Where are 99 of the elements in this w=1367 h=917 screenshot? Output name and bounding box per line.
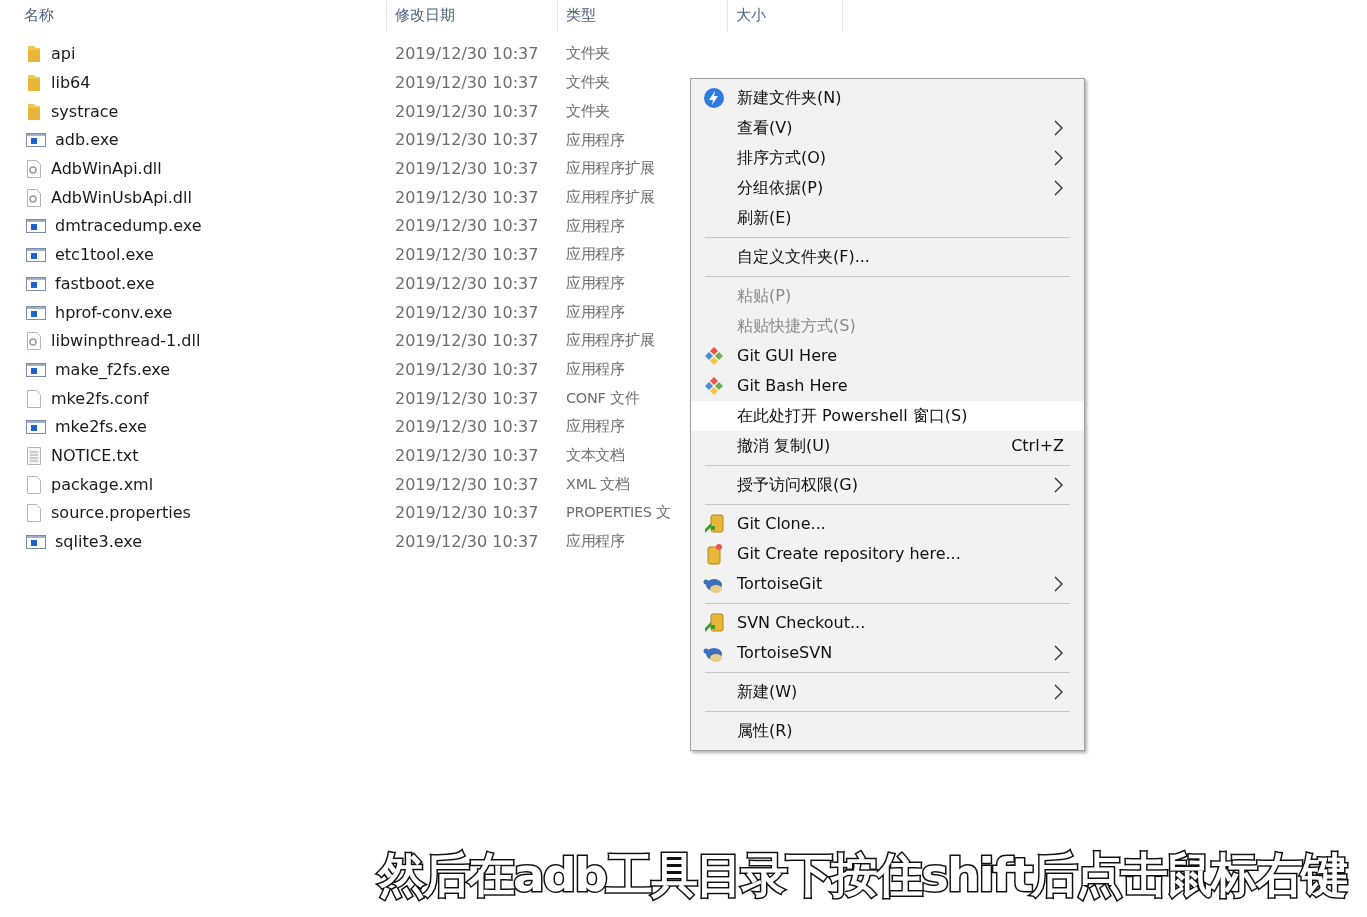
folder-icon	[26, 74, 42, 93]
folder-icon	[26, 45, 42, 64]
application-icon	[26, 133, 46, 148]
modified-date: 2019/12/30 10:37	[394, 215, 540, 238]
menu-item[interactable]: Git GUI Here	[691, 341, 1084, 371]
menu-item[interactable]: 属性(R)	[691, 716, 1084, 746]
file-name[interactable]: fastboot.exe	[55, 271, 155, 296]
file-type: 应用程序	[565, 360, 625, 380]
file-type: 应用程序	[565, 273, 625, 293]
modified-date: 2019/12/30 10:37	[394, 72, 540, 95]
file-name[interactable]: api	[51, 42, 76, 67]
file-type: 文本文档	[565, 446, 625, 466]
blank-file-icon	[26, 504, 42, 523]
column-header[interactable]: 名称	[0, 0, 387, 32]
menu-item[interactable]: TortoiseSVN	[691, 638, 1084, 668]
application-icon	[26, 535, 46, 550]
blank-file-icon	[26, 475, 42, 494]
modified-date: 2019/12/30 10:37	[394, 43, 540, 66]
file-name[interactable]: systrace	[51, 99, 119, 124]
application-icon	[26, 276, 46, 291]
file-type: 应用程序扩展	[565, 331, 655, 351]
file-type: PROPERTIES 文	[565, 503, 671, 523]
blank-file-icon	[26, 389, 42, 408]
file-name[interactable]: source.properties	[51, 501, 191, 526]
file-type: 应用程序	[565, 417, 625, 437]
folder-icon	[26, 102, 42, 121]
file-name[interactable]: hprof-conv.exe	[55, 300, 173, 325]
modified-date: 2019/12/30 10:37	[394, 129, 540, 152]
folder-arrow-icon	[703, 612, 725, 634]
menu-item[interactable]: Git Clone...	[691, 509, 1084, 539]
menu-item[interactable]: 分组依据(P)	[691, 173, 1084, 203]
diamonds-icon	[703, 345, 725, 367]
modified-date: 2019/12/30 10:37	[394, 473, 540, 496]
menu-item[interactable]: 排序方式(O)	[691, 143, 1084, 173]
file-type: 应用程序	[565, 532, 625, 552]
modified-date: 2019/12/30 10:37	[394, 416, 540, 439]
menu-item[interactable]: Git Create repository here...	[691, 539, 1084, 569]
file-name[interactable]: libwinpthread-1.dll	[51, 329, 201, 354]
modified-date: 2019/12/30 10:37	[394, 502, 540, 525]
gear-file-icon	[26, 188, 42, 207]
folder-arrow-icon	[703, 513, 725, 535]
file-name[interactable]: AdbWinUsbApi.dll	[51, 185, 192, 210]
file-name[interactable]: sqlite3.exe	[55, 530, 143, 555]
modified-date: 2019/12/30 10:37	[394, 186, 540, 209]
diamonds-icon	[703, 375, 725, 397]
file-type: 应用程序	[565, 130, 625, 150]
menu-item[interactable]: 授予访问权限(G)	[691, 470, 1084, 500]
file-type: 文件夹	[565, 73, 611, 93]
file-name[interactable]: dmtracedump.exe	[55, 214, 202, 239]
gear-file-icon	[26, 332, 42, 351]
gear-file-icon	[26, 160, 42, 179]
file-type: 应用程序	[565, 302, 625, 322]
file-name[interactable]: mke2fs.exe	[55, 415, 147, 440]
application-icon	[26, 420, 46, 435]
file-name[interactable]: lib64	[51, 71, 91, 96]
file-name[interactable]: AdbWinApi.dll	[51, 157, 162, 182]
modified-date: 2019/12/30 10:37	[394, 244, 540, 267]
modified-date: 2019/12/30 10:37	[394, 444, 540, 467]
menu-item[interactable]: Git Bash Here	[691, 371, 1084, 401]
file-name[interactable]: adb.exe	[55, 128, 119, 153]
modified-date: 2019/12/30 10:37	[394, 100, 540, 123]
modified-date: 2019/12/30 10:37	[394, 531, 540, 554]
menu-item[interactable]: 新建文件夹(N)	[691, 83, 1084, 113]
menu-item[interactable]: TortoiseGit	[691, 569, 1084, 599]
application-icon	[26, 248, 46, 263]
file-type: 应用程序	[565, 245, 625, 265]
modified-date: 2019/12/30 10:37	[394, 330, 540, 353]
file-name[interactable]: make_f2fs.exe	[55, 357, 171, 382]
column-header[interactable]: 大小	[728, 0, 843, 32]
file-type: 应用程序	[565, 216, 625, 236]
lightning-icon	[703, 87, 725, 109]
modified-date: 2019/12/30 10:37	[394, 272, 540, 295]
file-name[interactable]: etc1tool.exe	[55, 243, 154, 268]
file-type: 应用程序扩展	[565, 187, 655, 207]
menu-item[interactable]: 查看(V)	[691, 113, 1084, 143]
file-type: XML 文档	[565, 474, 630, 494]
column-header[interactable]: 类型	[558, 0, 728, 32]
modified-date: 2019/12/30 10:37	[394, 358, 540, 381]
file-type: 文件夹	[565, 101, 611, 121]
menu-item[interactable]: 在此处打开 Powershell 窗口(S)	[691, 401, 1084, 431]
file-name[interactable]: mke2fs.conf	[51, 386, 149, 411]
file-type: 应用程序扩展	[565, 159, 655, 179]
modified-date: 2019/12/30 10:37	[394, 158, 540, 181]
application-icon	[26, 219, 46, 234]
application-icon	[26, 305, 46, 320]
menu-item[interactable]: 撤消 复制(U) Ctrl+Z	[691, 431, 1084, 461]
column-header[interactable]: 修改日期	[387, 0, 558, 32]
menu-item[interactable]: SVN Checkout...	[691, 608, 1084, 638]
menu-item[interactable]: 新建(W)	[691, 677, 1084, 707]
menu-item[interactable]: 自定义文件夹(F)...	[691, 242, 1084, 272]
modified-date: 2019/12/30 10:37	[394, 387, 540, 410]
modified-date: 2019/12/30 10:37	[394, 301, 540, 324]
file-type: CONF 文件	[565, 388, 640, 408]
application-icon	[26, 362, 46, 377]
text-file-icon	[26, 446, 42, 465]
file-name[interactable]: NOTICE.txt	[51, 443, 139, 468]
file-name[interactable]: package.xml	[51, 472, 154, 497]
file-type: 文件夹	[565, 44, 611, 64]
menu-item[interactable]: 刷新(E)	[691, 203, 1084, 233]
